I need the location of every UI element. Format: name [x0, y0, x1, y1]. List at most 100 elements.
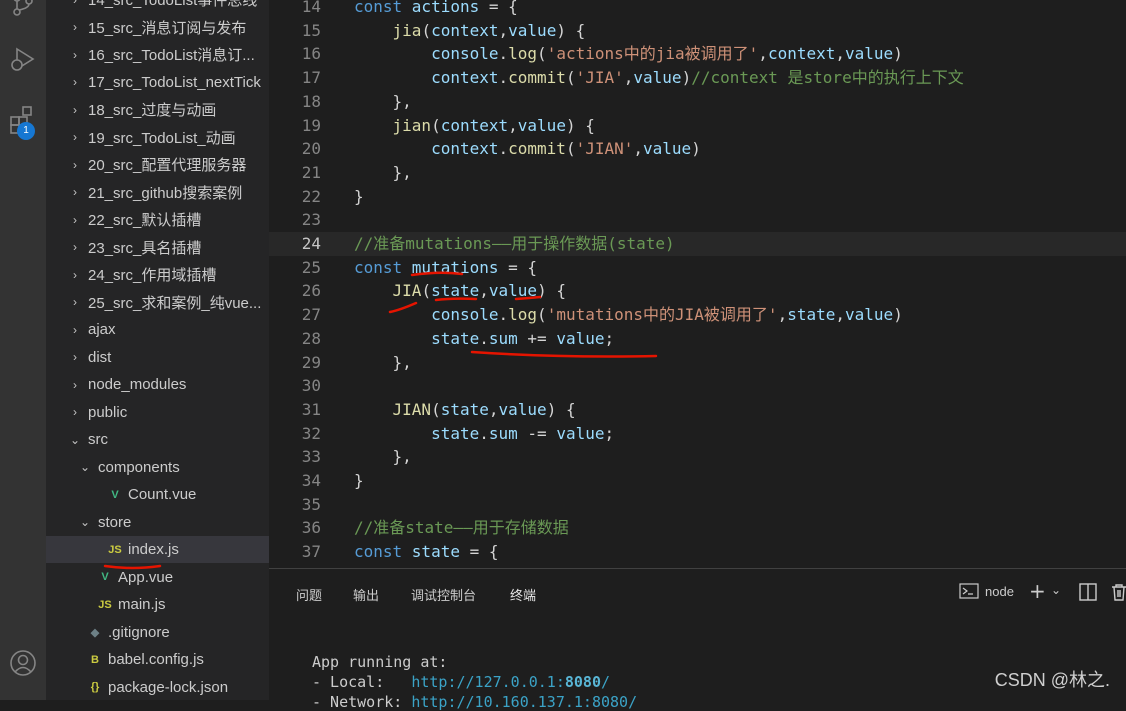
- explorer-item[interactable]: ⌄ store: [46, 509, 269, 536]
- code-line[interactable]: 14 const actions = {: [269, 0, 1126, 19]
- code-token: sum: [488, 423, 518, 443]
- code-line[interactable]: 34}: [269, 469, 1126, 493]
- code-token: ,: [508, 115, 518, 135]
- explorer-item[interactable]: › 15_src_消息订阅与发布: [46, 14, 269, 41]
- explorer-item[interactable]: {} package-lock.json: [46, 674, 269, 701]
- code-line[interactable]: 27 console.log('mutations中的JIA被调用了',stat…: [269, 303, 1126, 327]
- new-terminal-icon[interactable]: +: [1029, 581, 1046, 601]
- code-line[interactable]: 31 JIAN(state,value) {: [269, 398, 1126, 422]
- code-line[interactable]: 21 },: [269, 161, 1126, 185]
- code-text: },: [354, 90, 412, 114]
- split-terminal-icon[interactable]: [1079, 583, 1097, 605]
- explorer-item[interactable]: › 25_src_求和案例_纯vue...: [46, 289, 269, 316]
- explorer-item[interactable]: › 20_src_配置代理服务器: [46, 151, 269, 178]
- explorer-item[interactable]: › node_modules: [46, 371, 269, 398]
- code-token: ,: [623, 68, 634, 88]
- code-editor[interactable]: 14 const actions = {15 jia(context,value)…: [269, 0, 1126, 568]
- line-number: 29: [301, 352, 321, 372]
- code-token: 'mutations中的JIA被调用了': [546, 305, 778, 325]
- explorer-item[interactable]: › dist: [46, 344, 269, 371]
- code-line[interactable]: 17 context.commit('JIA',value)//context …: [269, 66, 1126, 90]
- code-line[interactable]: 25 const mutations = {: [269, 256, 1126, 280]
- explorer-item[interactable]: › 16_src_TodoList消息订...: [46, 41, 269, 68]
- line-number: 16: [301, 44, 321, 64]
- explorer-item[interactable]: › 24_src_作用域插槽: [46, 261, 269, 288]
- trash-icon[interactable]: [1111, 583, 1126, 605]
- explorer-item[interactable]: JS main.js: [46, 591, 269, 618]
- explorer-item[interactable]: › 17_src_TodoList_nextTick: [46, 69, 269, 96]
- line-number: 33: [301, 447, 321, 467]
- tab-output[interactable]: 输出: [353, 585, 379, 604]
- explorer-item-label: index.js: [128, 541, 179, 558]
- explorer-item[interactable]: › 14_src_TodoList事件总线: [46, 0, 269, 13]
- code-token: ;: [604, 423, 615, 443]
- code-line[interactable]: 19 jian(context,value) {: [269, 114, 1126, 138]
- code-line[interactable]: 26 JIA(state,value) {: [269, 279, 1126, 303]
- code-line[interactable]: 22}: [269, 185, 1126, 209]
- code-line[interactable]: 32 state.sum -= value;: [269, 422, 1126, 446]
- terminal-network-url[interactable]: http://10.160.137.1:8080/: [411, 693, 637, 711]
- code-token: },: [354, 352, 412, 372]
- code-line[interactable]: 37 const state = {: [269, 540, 1126, 564]
- code-token: ): [681, 68, 692, 88]
- tab-problems[interactable]: 问题: [296, 585, 322, 604]
- explorer-item-label: dist: [88, 348, 112, 366]
- code-line[interactable]: 30: [269, 374, 1126, 398]
- code-token: commit: [508, 139, 566, 159]
- code-text: }: [354, 469, 364, 493]
- explorer-item[interactable]: ⌄ src: [46, 426, 269, 453]
- explorer-item[interactable]: JS index.js: [46, 536, 269, 563]
- account-icon[interactable]: [0, 648, 46, 678]
- explorer-item[interactable]: ⌄ components: [46, 454, 269, 481]
- code-line[interactable]: 33 },: [269, 445, 1126, 469]
- explorer-item[interactable]: › 19_src_TodoList_动画: [46, 124, 269, 151]
- explorer-item-label: Count.vue: [128, 486, 197, 503]
- code-line[interactable]: 35: [269, 493, 1126, 517]
- explorer-item[interactable]: › 22_src_默认插槽: [46, 206, 269, 233]
- code-line[interactable]: 18 },: [269, 90, 1126, 114]
- code-token: },: [354, 447, 412, 467]
- explorer-item[interactable]: › 21_src_github搜索案例: [46, 179, 269, 206]
- tab-debug-console[interactable]: 调试控制台: [411, 585, 476, 604]
- code-token: const: [354, 542, 412, 562]
- explorer-item[interactable]: › 23_src_具名插槽: [46, 234, 269, 261]
- line-number: 15: [301, 20, 321, 40]
- line-number: 30: [301, 376, 321, 396]
- run-debug-icon[interactable]: [0, 44, 46, 74]
- explorer-item[interactable]: V App.vue: [46, 564, 269, 591]
- source-control-icon[interactable]: [0, 0, 46, 18]
- explorer-item[interactable]: V Count.vue: [46, 481, 269, 508]
- code-line[interactable]: 24 //准备mutations——用于操作数据(state): [269, 232, 1126, 256]
- chevron-right-icon: ›: [73, 377, 77, 392]
- explorer-item[interactable]: › 18_src_过度与动画: [46, 96, 269, 123]
- code-line[interactable]: 20 context.commit('JIAN',value): [269, 137, 1126, 161]
- code-line[interactable]: 36 //准备state——用于存储数据: [269, 516, 1126, 540]
- code-token: ,: [488, 399, 499, 419]
- code-line[interactable]: 16 console.log('actions中的jia被调用了',contex…: [269, 42, 1126, 66]
- code-token: (: [537, 305, 547, 325]
- code-line[interactable]: 15 jia(context,value) {: [269, 19, 1126, 43]
- line-number: 34: [301, 471, 321, 490]
- code-line[interactable]: 29 },: [269, 351, 1126, 375]
- tab-terminal[interactable]: 终端: [510, 585, 536, 604]
- terminal-selector[interactable]: node: [959, 583, 1014, 599]
- explorer-item-label: babel.config.js: [108, 651, 204, 668]
- code-token: state: [431, 281, 480, 301]
- code-line[interactable]: 23: [269, 208, 1126, 232]
- terminal-local-url[interactable]: http://127.0.0.1:8080/: [411, 673, 610, 691]
- code-line[interactable]: 28 state.sum += value;: [269, 327, 1126, 351]
- code-token: 'JIAN': [575, 139, 634, 159]
- explorer-item[interactable]: › ajax: [46, 316, 269, 343]
- chevron-down-icon[interactable]: ⌄: [1051, 583, 1061, 597]
- explorer-item[interactable]: › public: [46, 399, 269, 426]
- line-number: 20: [301, 139, 321, 159]
- explorer-item[interactable]: Bbabel.config.js: [46, 646, 269, 673]
- explorer-item[interactable]: ◆ .gitignore: [46, 619, 269, 646]
- code-token: value: [845, 305, 894, 325]
- code-text: JIA(state,value) {: [354, 279, 566, 303]
- code-token: .: [498, 68, 509, 88]
